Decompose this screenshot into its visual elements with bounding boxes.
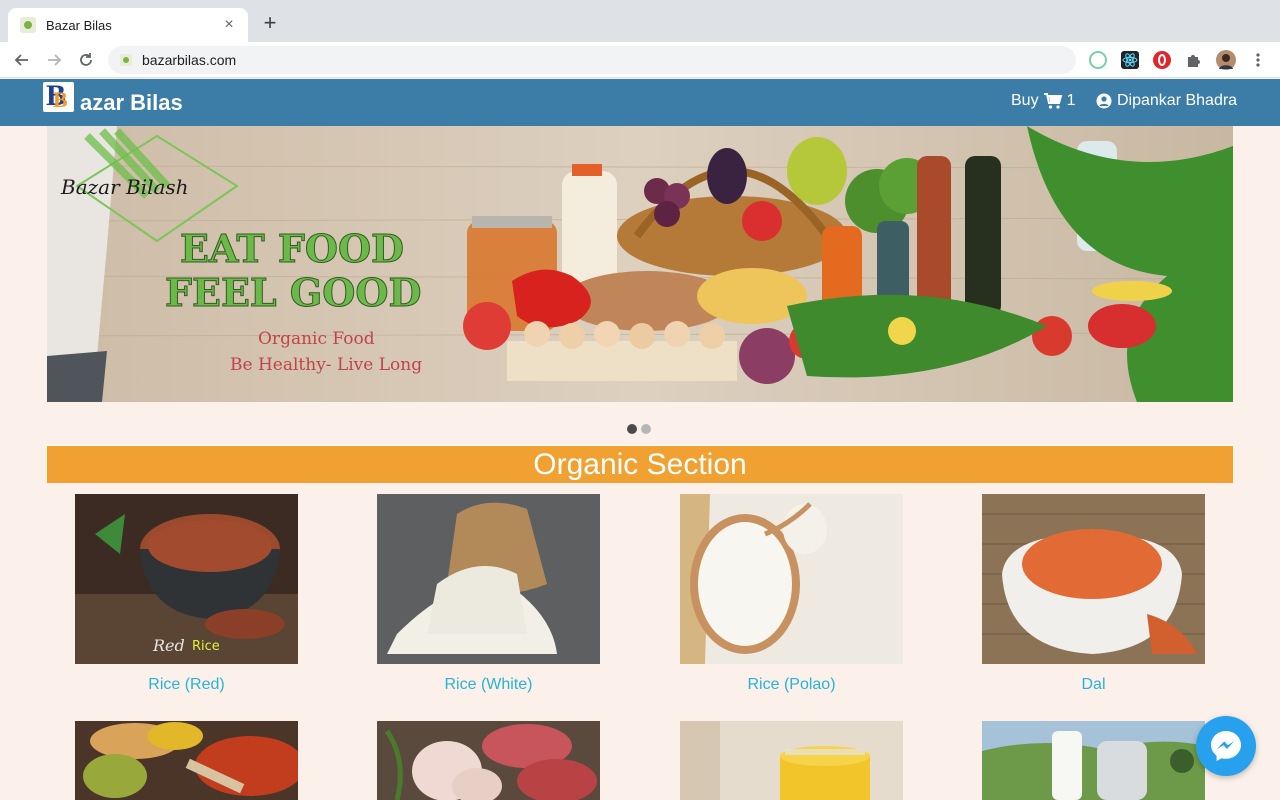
- product-name-link[interactable]: Rice (Polao): [680, 676, 903, 694]
- product-name-link[interactable]: Rice (White): [377, 676, 600, 694]
- forward-button[interactable]: [42, 48, 66, 72]
- product-image[interactable]: [982, 721, 1205, 800]
- site-navbar: B B azar Bilas Buy 1 Dipankar Bhadra: [0, 79, 1280, 126]
- puzzle-extensions-icon[interactable]: [1185, 51, 1203, 69]
- banner-headline-2: FEEL GOOD: [165, 270, 421, 315]
- tab-title: Bazar Bilas: [46, 17, 112, 33]
- cart-count: 1: [1066, 92, 1076, 109]
- carousel-indicators: [627, 424, 651, 434]
- user-name: Dipankar Bhadra: [1117, 92, 1238, 109]
- product-image[interactable]: [377, 721, 600, 800]
- browser-tab[interactable]: Bazar Bilas ×: [8, 8, 248, 42]
- new-tab-button[interactable]: +: [258, 12, 282, 36]
- url-text: bazarbilas.com: [142, 52, 237, 68]
- messenger-chat-button[interactable]: [1196, 716, 1256, 776]
- browser-tab-strip: Bazar Bilas × +: [0, 0, 1280, 42]
- product-card[interactable]: [982, 721, 1205, 800]
- banner-tagline-1: Organic Food: [258, 329, 375, 349]
- banner-brand-script: Bazar Bilash: [60, 175, 189, 199]
- banner-headline-1: EAT FOOD: [180, 226, 404, 271]
- site-favicon-icon: [120, 54, 132, 66]
- adblock-icon[interactable]: [1153, 51, 1171, 69]
- product-card[interactable]: [377, 721, 600, 800]
- logo-letter-accent: B: [53, 87, 68, 112]
- back-button[interactable]: [10, 48, 34, 72]
- browser-menu-icon[interactable]: [1250, 51, 1266, 69]
- product-image[interactable]: [75, 721, 298, 800]
- product-image[interactable]: [680, 494, 903, 664]
- buy-label: Buy: [1011, 92, 1039, 109]
- arrow-right-icon: [48, 54, 62, 66]
- reload-icon: [80, 53, 92, 66]
- profile-avatar[interactable]: [1216, 50, 1236, 70]
- product-card[interactable]: Rice (Polao): [680, 494, 903, 694]
- close-tab-icon[interactable]: ×: [220, 17, 238, 33]
- shopping-cart-icon: [1043, 93, 1062, 109]
- user-circle-icon: [1096, 93, 1112, 109]
- banner-tagline-2: Be Healthy- Live Long: [230, 355, 422, 375]
- section-header: Organic Section: [47, 445, 1233, 483]
- extension-icon[interactable]: [1089, 51, 1107, 69]
- carousel-dot-2[interactable]: [641, 424, 651, 434]
- arrow-left-icon: [14, 54, 28, 66]
- product-name-link[interactable]: Dal: [982, 676, 1205, 694]
- product-image[interactable]: [680, 721, 903, 800]
- messenger-icon: [1211, 731, 1241, 761]
- product-card[interactable]: Rice (White): [377, 494, 600, 694]
- product-card[interactable]: Red Rice Rice (Red): [75, 494, 298, 694]
- reload-button[interactable]: [74, 48, 98, 72]
- product-image-overlay-2: Rice: [192, 639, 220, 654]
- user-menu[interactable]: Dipankar Bhadra: [1096, 92, 1237, 110]
- address-bar[interactable]: bazarbilas.com: [108, 46, 1076, 74]
- product-image[interactable]: Red Rice: [75, 494, 298, 664]
- banner-image: Bazar Bilash EAT FOOD FEEL GOOD Organic …: [47, 126, 1233, 402]
- cart-link[interactable]: Buy 1: [1011, 92, 1075, 110]
- product-name-link[interactable]: Rice (Red): [75, 676, 298, 694]
- browser-toolbar: bazarbilas.com: [0, 42, 1280, 78]
- section-title: Organic Section: [533, 448, 747, 481]
- product-card[interactable]: Dal: [982, 494, 1205, 694]
- product-image-overlay-1: Red: [152, 636, 185, 655]
- brand-logo[interactable]: B B: [43, 80, 74, 112]
- hero-banner-carousel[interactable]: Bazar Bilash EAT FOOD FEEL GOOD Organic …: [47, 126, 1233, 402]
- carousel-dot-1[interactable]: [627, 424, 637, 434]
- product-card[interactable]: [75, 721, 298, 800]
- site-favicon-icon: [20, 17, 36, 33]
- react-devtools-icon[interactable]: [1121, 51, 1139, 69]
- product-image[interactable]: [377, 494, 600, 664]
- product-card[interactable]: [680, 721, 903, 800]
- brand-name[interactable]: azar Bilas: [80, 89, 183, 117]
- product-image[interactable]: [982, 494, 1205, 664]
